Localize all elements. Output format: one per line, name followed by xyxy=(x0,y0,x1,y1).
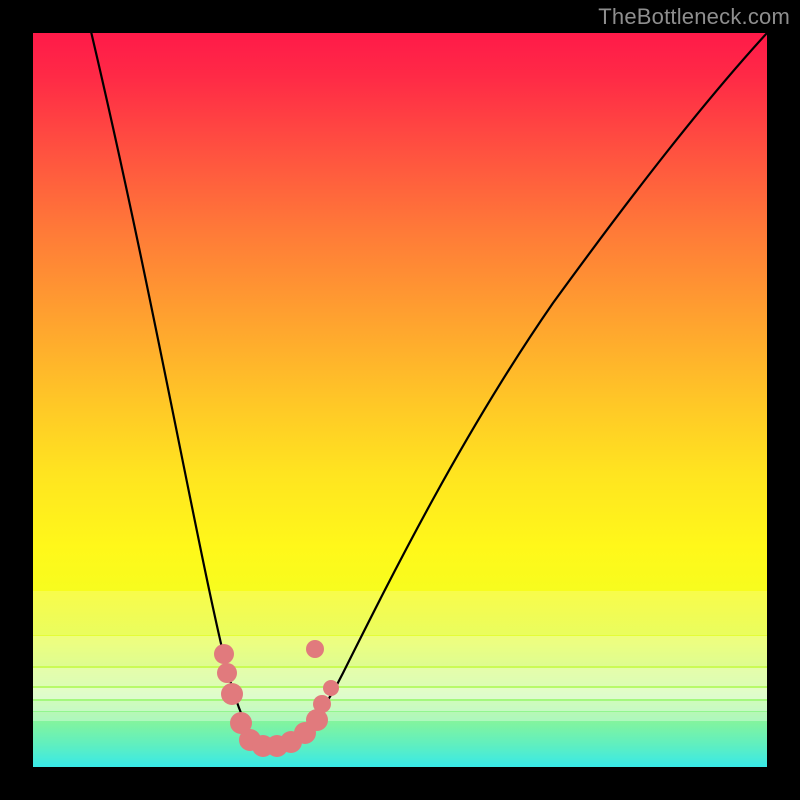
data-marker xyxy=(323,680,339,696)
chart-frame: TheBottleneck.com xyxy=(0,0,800,800)
data-marker xyxy=(217,663,237,683)
data-marker xyxy=(306,640,324,658)
watermark-text: TheBottleneck.com xyxy=(598,4,790,30)
curve-layer xyxy=(33,33,767,767)
data-marker xyxy=(313,695,331,713)
v-curve-path xyxy=(89,33,767,747)
data-marker xyxy=(221,683,243,705)
data-marker xyxy=(214,644,234,664)
plot-area xyxy=(33,33,767,767)
